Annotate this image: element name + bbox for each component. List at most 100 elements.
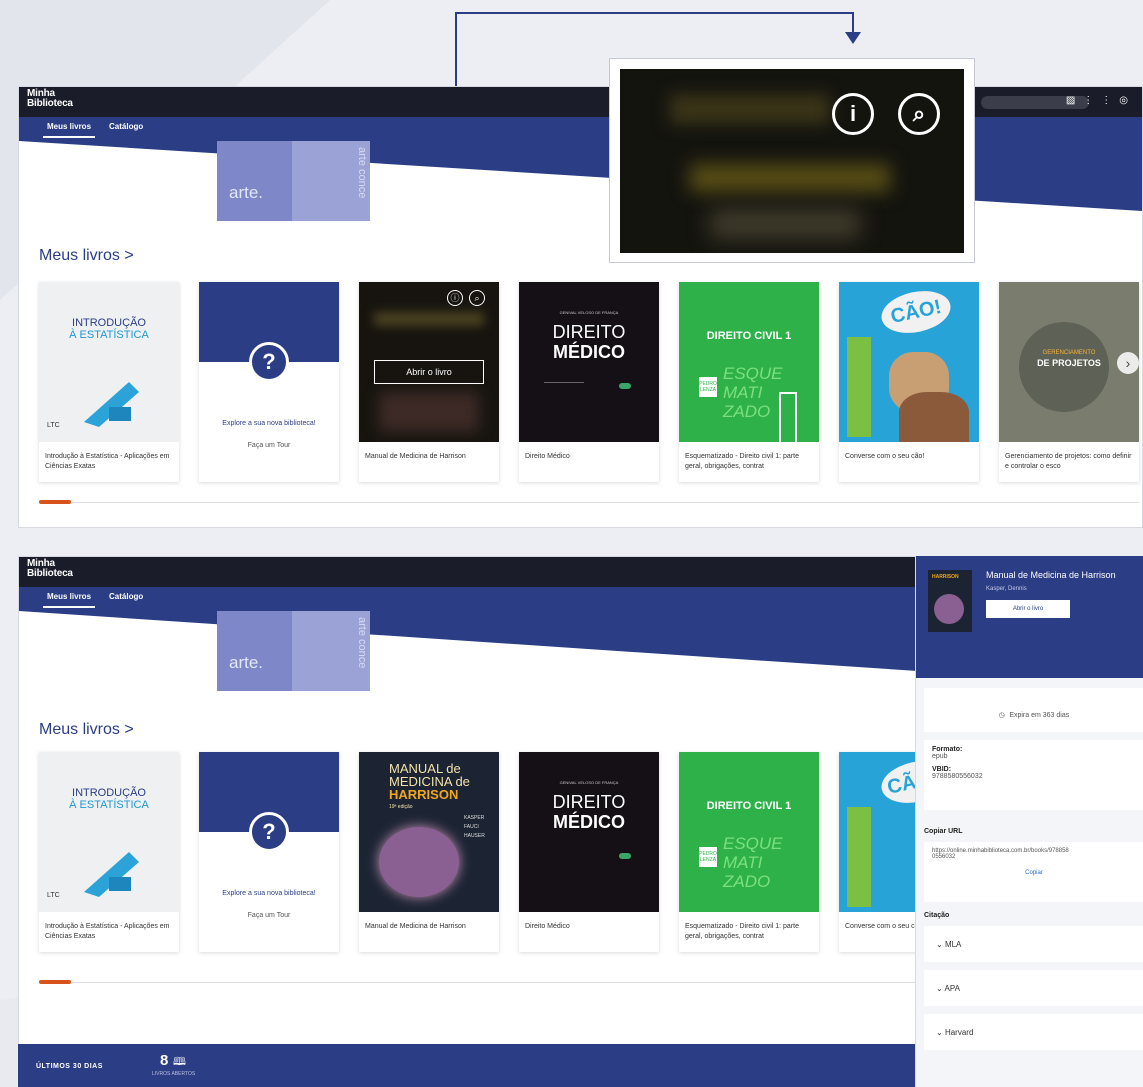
book-card[interactable]: GENIVAL VELOSO DE FRANÇA DIREITO MÉDICO …: [519, 752, 659, 952]
section-title-my-books[interactable]: Meus livros >: [39, 247, 134, 265]
book-card[interactable]: GERENCIAMENTO DE PROJETOS Gerenciamento …: [999, 282, 1139, 482]
apps-grid-icon[interactable]: ⋮⋮: [1083, 95, 1119, 106]
logo-line-2: Biblioteca: [27, 98, 73, 109]
top-icons: ▨⋮⋮◎: [1066, 95, 1136, 106]
explore-text: Explore a sua nova biblioteca!: [222, 420, 316, 427]
stats-bar: ÚLTIMOS 30 DIAS 8 🕮 LIVROS ABERTOS: [18, 1044, 915, 1087]
book-card[interactable]: DIREITO CIVIL 1 ESQUE MATI ZADO PEDRO LE…: [679, 752, 819, 952]
cover-title-line: ZADO: [723, 402, 771, 421]
explore-text: Explore a sua nova biblioteca!: [222, 890, 316, 897]
citation-apa-accordion[interactable]: ⌄ APA: [924, 970, 1143, 1006]
tab-catalog[interactable]: Catálogo: [109, 122, 143, 131]
tour-card[interactable]: ? Explore a sua nova biblioteca! Faça um…: [199, 752, 339, 952]
info-icon[interactable]: ⓘ: [447, 290, 463, 306]
cover-edition: 19ª edição: [389, 804, 413, 810]
search-icon[interactable]: ⌕: [469, 290, 485, 306]
cover-title-line: CÃO!: [877, 755, 919, 809]
clock-icon: ◷: [998, 712, 1005, 719]
book-card[interactable]: GENIVAL VELOSO DE FRANÇA DIREITO MÉDICO …: [519, 282, 659, 482]
book-card-partial[interactable]: CÃO! Converse com o seu cão!: [839, 752, 924, 952]
book-card-hovered[interactable]: ⓘ ⌕ Abrir o livro Manual de Medicina de …: [359, 282, 499, 482]
panel-book-author: Kasper, Dennis: [986, 586, 1027, 592]
expiry-box: ◷ Expira em 363 dias: [924, 688, 1143, 732]
book-caption: Introdução à Estatística - Aplicações em…: [45, 453, 170, 470]
vbid-value: 9788580556032: [932, 773, 983, 780]
callout-connector-horizontal: [455, 12, 853, 14]
cover-title-line: DE PROJETOS: [1037, 358, 1101, 368]
cover-title-line: HARRISON: [389, 787, 459, 802]
banner-arte-conceito[interactable]: arte conce: [292, 141, 370, 221]
book-card[interactable]: DIREITO CIVIL 1 ESQUE MATI ZADO PEDRO LE…: [679, 282, 819, 482]
citation-mla-accordion[interactable]: ⌄ MLA: [924, 926, 1143, 962]
bookmark-icon[interactable]: ▨: [1066, 95, 1083, 106]
cover-title-line: DIREITO CIVIL 1: [706, 800, 792, 812]
chevron-down-icon: ⌄: [936, 1028, 945, 1037]
open-book-icon: 🕮: [173, 1056, 186, 1068]
tour-link[interactable]: Faça um Tour: [199, 912, 339, 919]
cover-title-line: À ESTATÍSTICA: [69, 329, 149, 341]
zoom-callout: i ⌕: [609, 58, 975, 263]
panel-book-thumbnail: HARRISON: [928, 570, 972, 632]
banner-arte[interactable]: arte.: [217, 611, 292, 691]
book-caption: Converse com o seu cão!: [845, 453, 925, 460]
copy-url-button[interactable]: Copiar: [932, 870, 1136, 876]
expiry-text: Expira em 363 dias: [1009, 712, 1070, 719]
statistics-shape-icon: [84, 382, 139, 427]
banner-arte-conceito[interactable]: arte conce: [292, 611, 370, 691]
zoomed-cover: i ⌕: [620, 69, 964, 253]
book-cover: CÃO!: [839, 752, 919, 912]
citation-harvard-accordion[interactable]: ⌄ Harvard: [924, 1014, 1143, 1050]
cover-title-line: INTRODUÇÃO: [72, 317, 146, 329]
book-card-selected[interactable]: MANUAL de MEDICINA de HARRISON 19ª ediçã…: [359, 752, 499, 952]
format-value: epub: [932, 753, 948, 760]
cover-title-line: INTRODUÇÃO: [72, 787, 146, 799]
carousel-scroll-thumb[interactable]: [39, 980, 71, 984]
publisher-logo: LTC: [47, 892, 60, 899]
app-logo[interactable]: Minha Biblioteca: [27, 559, 73, 579]
info-icon[interactable]: i: [832, 93, 874, 135]
banner-text-a: arte.: [229, 653, 264, 672]
banner-text-a: arte.: [229, 183, 264, 202]
search-icon[interactable]: ⌕: [898, 93, 940, 135]
book-cover: CÃO!: [839, 282, 979, 442]
tab-my-books[interactable]: Meus livros: [42, 592, 96, 608]
panel-open-book-button[interactable]: Abrir o livro: [986, 600, 1070, 618]
carousel-next-icon[interactable]: ›: [1117, 352, 1139, 374]
account-icon[interactable]: ◎: [1119, 95, 1136, 106]
section-title-my-books[interactable]: Meus livros >: [39, 721, 134, 739]
logo-line-2: Biblioteca: [27, 568, 73, 579]
tour-link[interactable]: Faça um Tour: [199, 442, 339, 449]
cover-title-line: DIREITO: [552, 322, 626, 342]
banner-arte[interactable]: arte.: [217, 141, 292, 221]
open-book-button[interactable]: Abrir o livro: [374, 360, 484, 384]
banner-text-b: arte conce: [356, 617, 368, 669]
book-cover: GENIVAL VELOSO DE FRANÇA DIREITO MÉDICO: [519, 752, 659, 912]
panel-header: HARRISON Manual de Medicina de Harrison …: [916, 556, 1143, 678]
callout-arrowhead-icon: [845, 32, 861, 44]
cover-author: HAUSER: [464, 833, 485, 839]
cover-author: PEDRO LENZA: [699, 377, 717, 397]
url-text-line-2[interactable]: 0556032: [932, 854, 1136, 860]
tour-card[interactable]: ? Explore a sua nova biblioteca! Faça um…: [199, 282, 339, 482]
copy-url-label: Copiar URL: [924, 828, 963, 835]
stats-period-label: ÚLTIMOS 30 DIAS: [36, 1063, 103, 1070]
cover-title-line: MATI: [723, 853, 763, 872]
book-cover: INTRODUÇÃO À ESTATÍSTICA LTC: [39, 752, 179, 912]
cover-title-line: À ESTATÍSTICA: [69, 799, 149, 811]
book-caption: Esquematizado - Direito civil 1: parte g…: [685, 453, 799, 470]
tab-catalog[interactable]: Catálogo: [109, 592, 143, 601]
cover-author: KASPER: [464, 815, 485, 821]
book-card[interactable]: CÃO! Converse com o seu cão!: [839, 282, 979, 482]
carousel-scroll-thumb[interactable]: [39, 500, 71, 504]
citation-apa-label: APA: [944, 984, 960, 993]
book-card[interactable]: INTRODUÇÃO À ESTATÍSTICA LTC Introdução …: [39, 282, 179, 482]
carousel-track: [39, 502, 1139, 503]
citation-harvard-label: Harvard: [944, 1028, 974, 1037]
app-logo[interactable]: Minha Biblioteca: [27, 89, 73, 109]
book-card[interactable]: INTRODUÇÃO À ESTATÍSTICA LTC Introdução …: [39, 752, 179, 952]
cover-author: GENIVAL VELOSO DE FRANÇA: [559, 780, 619, 785]
tab-my-books[interactable]: Meus livros: [42, 122, 96, 138]
format-label: Formato:: [932, 746, 963, 753]
citation-label: Citação: [924, 912, 950, 919]
stats-count-label: LIVROS ABERTOS: [152, 1071, 196, 1077]
